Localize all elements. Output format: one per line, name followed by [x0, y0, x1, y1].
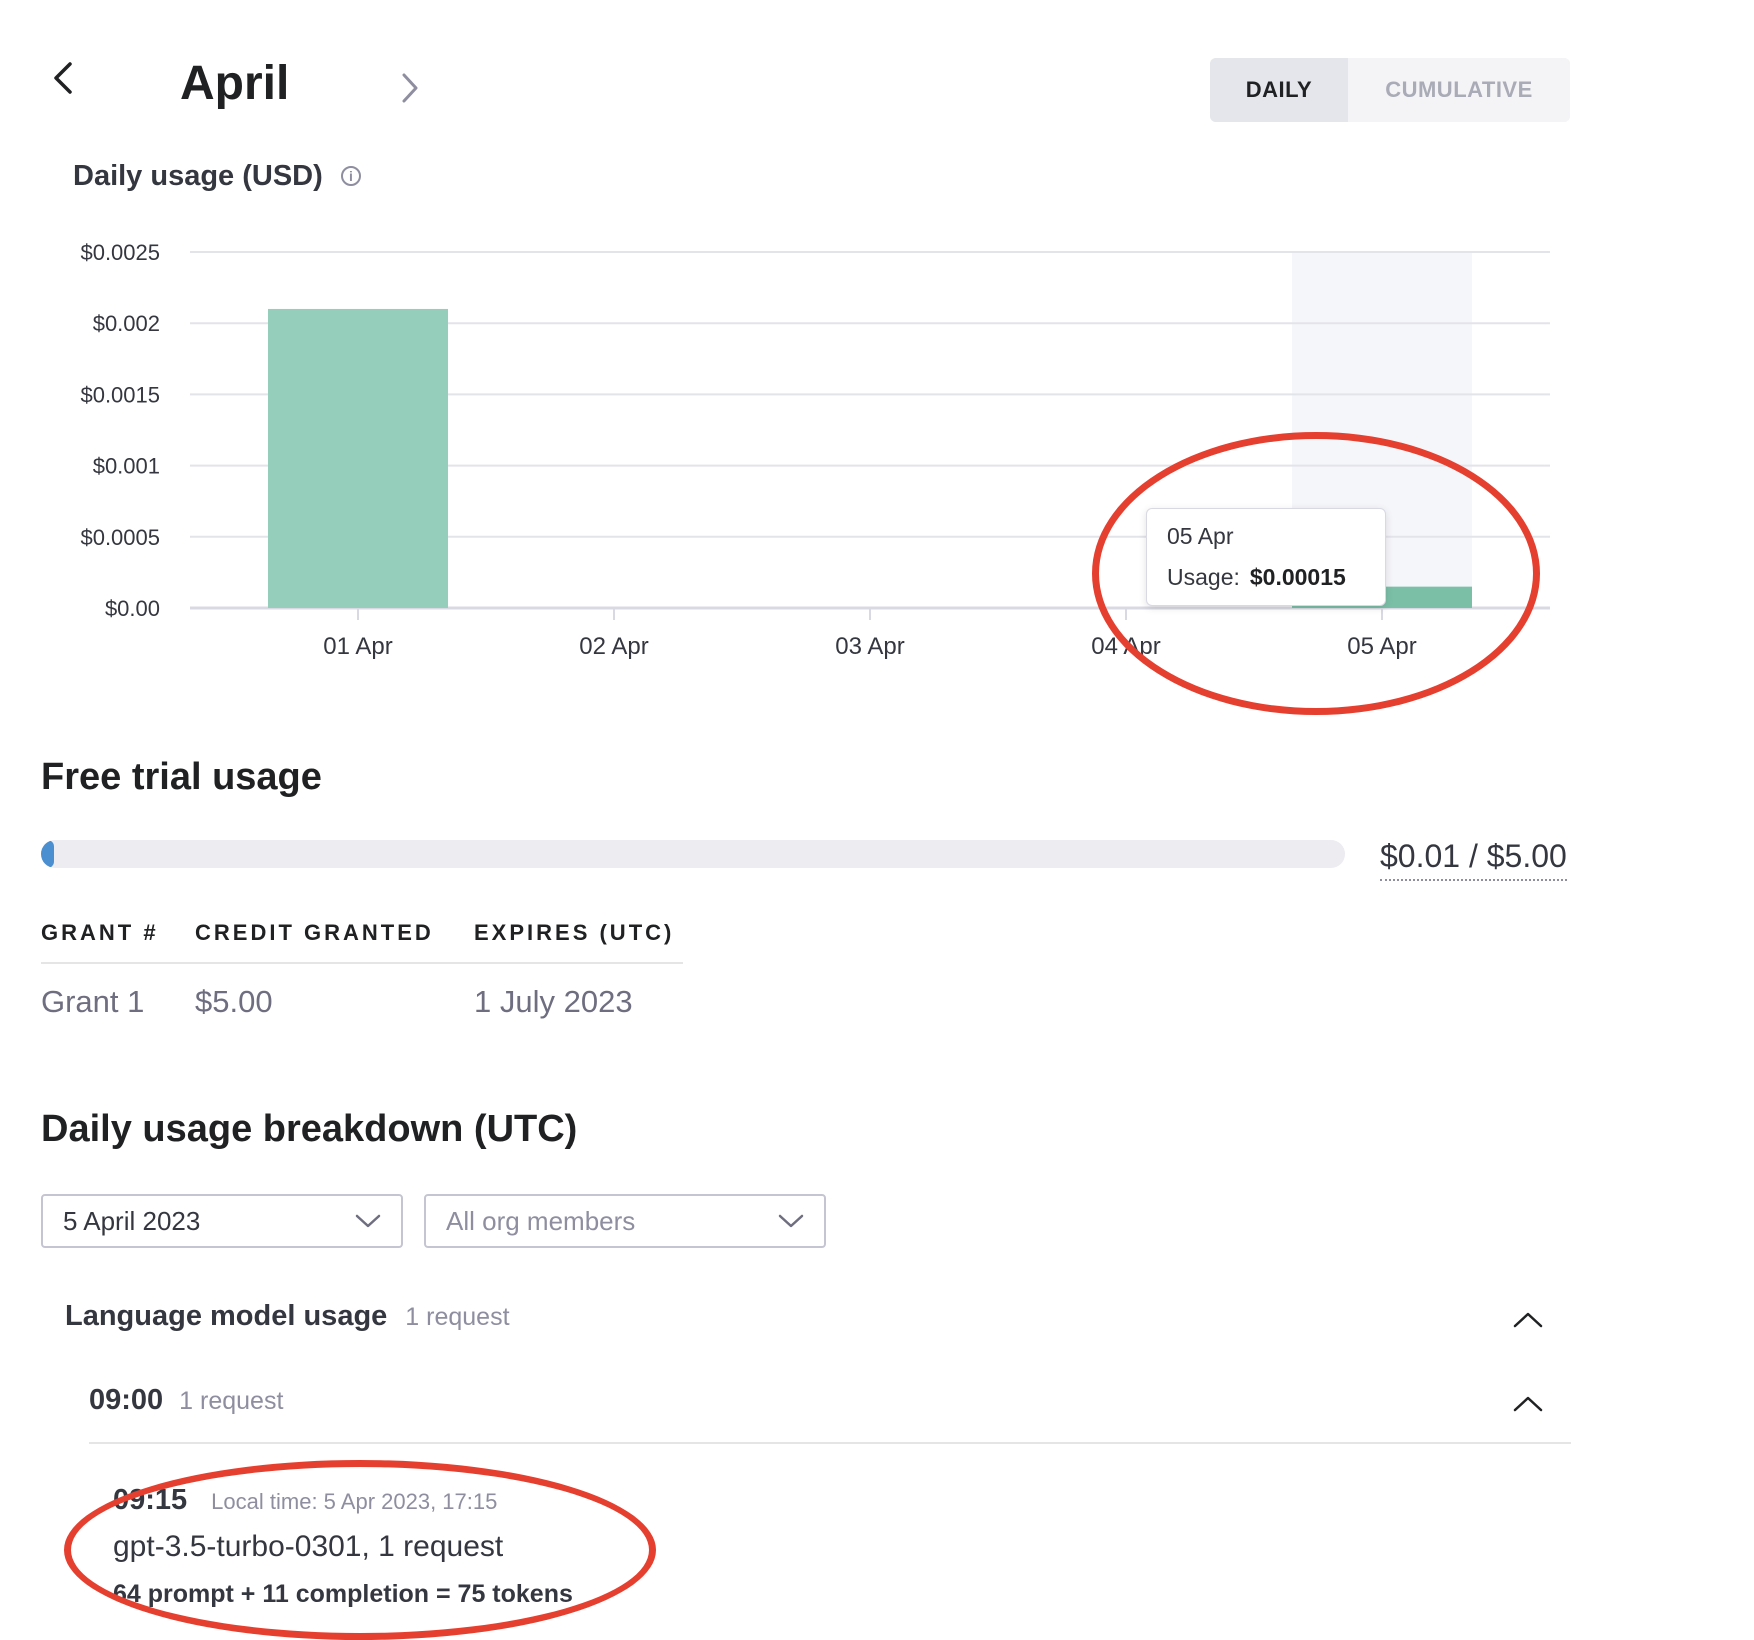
date-select[interactable]: 5 April 2023 — [41, 1194, 403, 1248]
grant-cell-number: Grant 1 — [41, 984, 145, 1019]
free-trial-progress-bar — [41, 840, 1345, 868]
tooltip-value: $0.00015 — [1249, 564, 1346, 590]
y-tick-label: $0.001 — [93, 454, 160, 479]
chevron-down-icon — [778, 1214, 804, 1228]
collapse-language-group-button[interactable] — [1508, 1300, 1548, 1340]
x-tick-label: 02 Apr — [579, 633, 648, 660]
x-tick-label: 03 Apr — [835, 633, 904, 660]
hour-group-divider — [89, 1442, 1571, 1444]
language-model-usage-header[interactable]: Language model usage 1 request — [65, 1300, 510, 1333]
usage-entry-header: 09:15 Local time: 5 Apr 2023, 17:15 — [113, 1484, 497, 1517]
bar — [268, 308, 448, 608]
chevron-up-icon — [1513, 1396, 1543, 1412]
entry-model: gpt-3.5-turbo-0301, 1 request — [113, 1530, 504, 1563]
hour-group-header[interactable]: 09:00 1 request — [89, 1384, 283, 1417]
date-select-value: 5 April 2023 — [63, 1205, 201, 1236]
credit-granted-header: CREDIT GRANTED — [195, 920, 434, 945]
expires-header: EXPIRES (UTC) — [474, 920, 675, 945]
language-model-usage-title: Language model usage — [65, 1300, 388, 1332]
free-trial-title: Free trial usage — [41, 756, 322, 798]
y-tick-label: $0.0015 — [80, 382, 160, 407]
y-tick-label: $0.00 — [105, 596, 160, 621]
tooltip-date: 05 Apr — [1167, 523, 1234, 549]
language-model-request-count: 1 request — [405, 1303, 510, 1331]
x-tick-label: 04 Apr — [1091, 633, 1160, 660]
y-tick-label: $0.0005 — [80, 525, 160, 550]
grant-cell-credit: $5.00 — [195, 984, 273, 1019]
x-tick-label: 05 Apr — [1347, 633, 1416, 660]
entry-local-time: Local time: 5 Apr 2023, 17:15 — [211, 1489, 498, 1514]
chart-tooltip: 05 Apr Usage: $0.00015 — [1146, 508, 1386, 606]
members-select-value: All org members — [446, 1205, 636, 1236]
chevron-up-icon — [1513, 1312, 1543, 1328]
y-tick-label: $0.002 — [93, 311, 160, 336]
x-tick-label: 01 Apr — [323, 633, 392, 660]
tooltip-label: Usage: — [1167, 564, 1240, 590]
grant-cell-expires: 1 July 2023 — [474, 984, 633, 1019]
grant-number-header: GRANT # — [41, 920, 159, 945]
collapse-hour-group-button[interactable] — [1508, 1384, 1548, 1424]
entry-time: 09:15 — [113, 1484, 188, 1516]
members-select[interactable]: All org members — [424, 1194, 826, 1248]
usage-amount-label[interactable]: $0.01 / $5.00 — [1380, 838, 1567, 881]
hour-group-time: 09:00 — [89, 1384, 164, 1416]
breakdown-title: Daily usage breakdown (UTC) — [41, 1108, 578, 1150]
chevron-down-icon — [355, 1214, 381, 1228]
hour-group-request-count: 1 request — [179, 1387, 284, 1415]
entry-tokens: 64 prompt + 11 completion = 75 tokens — [113, 1580, 573, 1608]
grant-table-divider — [41, 962, 683, 964]
progress-fill — [41, 840, 55, 868]
daily-usage-chart: $0.00 $0.0005 $0.001 $0.0015 $0.002 $0.0025 01… — [80, 240, 1550, 660]
y-tick-label: $0.0025 — [80, 240, 160, 265]
